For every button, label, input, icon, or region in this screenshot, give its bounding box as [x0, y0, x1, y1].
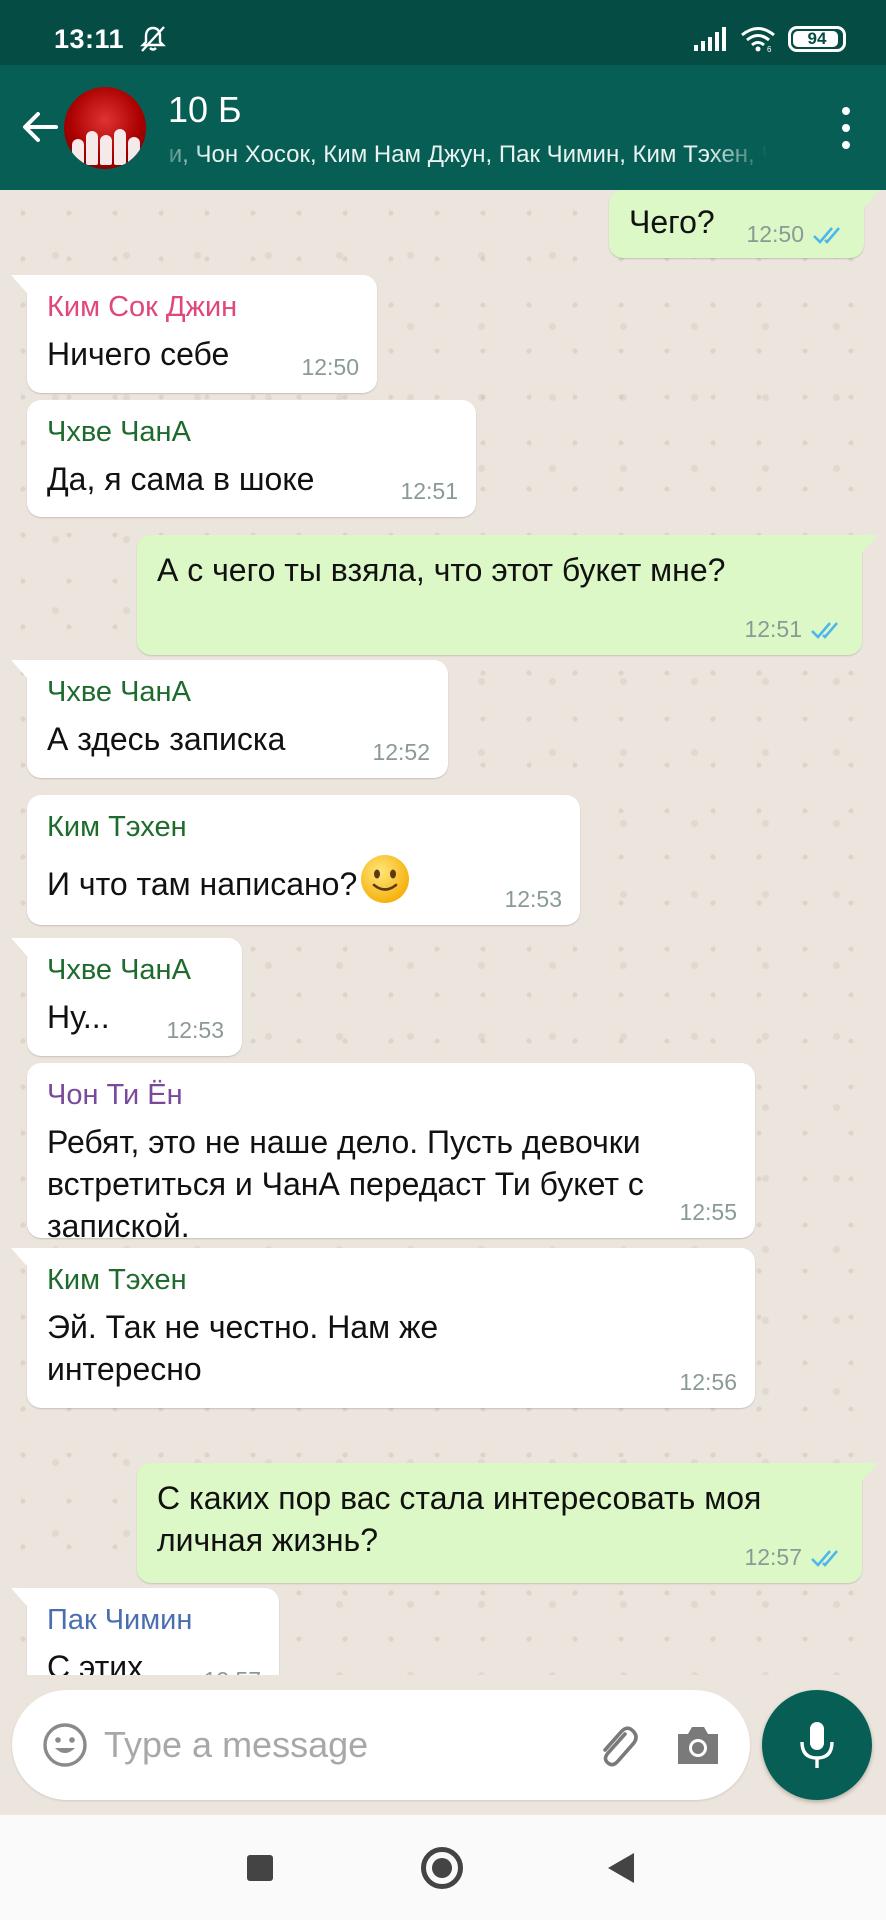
system-navigation-bar [0, 1815, 886, 1920]
message-time: 12:50 [301, 354, 359, 380]
message-text: С каких пор вас стала интересовать моя л… [157, 1480, 762, 1558]
sender-name: Чхве ЧанА [47, 676, 191, 708]
message-time: 12:52 [372, 739, 430, 765]
message-meta: 12:50 [301, 354, 359, 381]
slightly-smiling-face-icon [361, 855, 410, 903]
message-time: 12:53 [166, 1017, 224, 1043]
message-meta: 12:51 [400, 478, 458, 505]
chat-members-text: ги, Чон Хосок, Ким Нам Джун, Пак Чимин, … [168, 141, 768, 168]
microphone-button[interactable] [762, 1690, 872, 1800]
double-check-icon [811, 1549, 838, 1567]
message-bubble[interactable]: Чхве ЧанА А здесь записка 12:52 [11, 660, 448, 778]
message-time: 12:53 [504, 886, 562, 912]
double-check-icon [813, 226, 840, 244]
sender-name: Ким Сок Джин [47, 291, 238, 323]
message-bubble[interactable]: С каких пор вас стала интересовать моя л… [137, 1463, 878, 1583]
message-time: 12:51 [744, 616, 802, 642]
battery-level: 94 [807, 29, 827, 48]
message-composer [12, 1690, 750, 1800]
message-meta: 12:53 [166, 1017, 224, 1044]
sender-name: Чхве ЧанА [47, 954, 191, 986]
message-text: Ребят, это не наше дело. Пусть девочки в… [47, 1124, 644, 1244]
chat-header: 10 Б ги, Чон Хосок, Ким Нам Джун, Пак Чи… [0, 65, 886, 190]
message-meta: 12:52 [372, 739, 430, 766]
message-bubble[interactable]: Чхве ЧанА Да, я сама в шоке 12:51 [27, 400, 476, 517]
emoji-icon[interactable] [42, 1722, 88, 1768]
paperclip-icon[interactable] [592, 1720, 644, 1772]
back-arrow-icon[interactable] [18, 105, 62, 149]
camera-icon[interactable] [674, 1722, 722, 1768]
double-check-icon [811, 621, 838, 639]
message-time: 12:55 [679, 1199, 737, 1225]
svg-text:6: 6 [767, 45, 772, 52]
message-text: А с чего ты взяла, что этот букет мне? [157, 552, 726, 588]
microphone-icon [800, 1722, 834, 1768]
message-bubble[interactable]: Ким Сок Джин Ничего себе 12:50 [11, 275, 377, 393]
status-time: 13:11 [54, 24, 125, 54]
chat-area[interactable]: Чего? 12:50 Ким Сок Джин Ничего себе 12:… [0, 190, 886, 1675]
message-meta: 12:57 [744, 1544, 844, 1571]
message-text: А здесь записка [47, 721, 286, 757]
message-meta: 12:55 [679, 1199, 737, 1226]
message-bubble[interactable]: А с чего ты взяла, что этот букет мне? 1… [137, 535, 878, 655]
message-time: 12:57 [744, 1544, 802, 1570]
bell-off-icon [140, 26, 166, 52]
message-bubble[interactable]: Ким Тэхен Эй. Так не честно. Нам же инте… [11, 1248, 755, 1408]
message-meta: 12:50 [746, 221, 846, 248]
status-icons: 6 94 [694, 24, 846, 54]
message-time: 12:50 [746, 221, 804, 247]
message-time: 12:57 [203, 1667, 261, 1675]
home-icon[interactable] [421, 1847, 463, 1889]
message-text: Да, я сама в шоке [47, 461, 315, 497]
group-avatar[interactable] [64, 87, 146, 169]
back-icon[interactable] [608, 1853, 634, 1883]
status-bar: 13:11 6 94 [0, 0, 886, 65]
sender-name: Ким Тэхен [47, 811, 187, 843]
message-bubble[interactable]: Чхве ЧанА Ну... 12:53 [11, 938, 242, 1056]
message-time: 12:56 [679, 1369, 737, 1395]
chat-title[interactable]: 10 Б [168, 89, 242, 131]
sender-name: Чхве ЧанА [47, 416, 191, 448]
message-bubble[interactable]: Чего? 12:50 [609, 190, 880, 258]
message-text-content: И что там написано? [47, 866, 358, 902]
battery-icon: 94 [788, 26, 846, 52]
chat-members[interactable]: ги, Чон Хосок, Ким Нам Джун, Пак Чимин, … [168, 141, 768, 173]
message-bubble[interactable]: Пак Чимин С этих 12:57 [11, 1588, 279, 1675]
message-meta: 12:57 [203, 1667, 261, 1675]
message-meta: 12:56 [679, 1369, 737, 1396]
sender-name: Пак Чимин [47, 1604, 193, 1636]
message-bubble[interactable]: Ким Тэхен И что там написано? 12:53 [27, 795, 580, 925]
message-meta: 12:53 [504, 886, 562, 913]
message-time: 12:51 [400, 478, 458, 504]
message-input[interactable] [104, 1718, 574, 1772]
message-meta: 12:51 [744, 616, 844, 643]
message-bubble[interactable]: Чон Ти Ён Ребят, это не наше дело. Пусть… [27, 1063, 755, 1244]
wifi-icon: 6 [741, 27, 775, 52]
recent-apps-icon[interactable] [247, 1855, 273, 1881]
sender-name: Чон Ти Ён [47, 1079, 183, 1111]
sender-name: Ким Тэхен [47, 1264, 187, 1296]
signal-icon [694, 27, 726, 51]
message-text: Эй. Так не честно. Нам же интересно [47, 1309, 439, 1387]
more-options-icon[interactable] [826, 103, 866, 153]
message-text: И что там написано? [47, 853, 560, 905]
